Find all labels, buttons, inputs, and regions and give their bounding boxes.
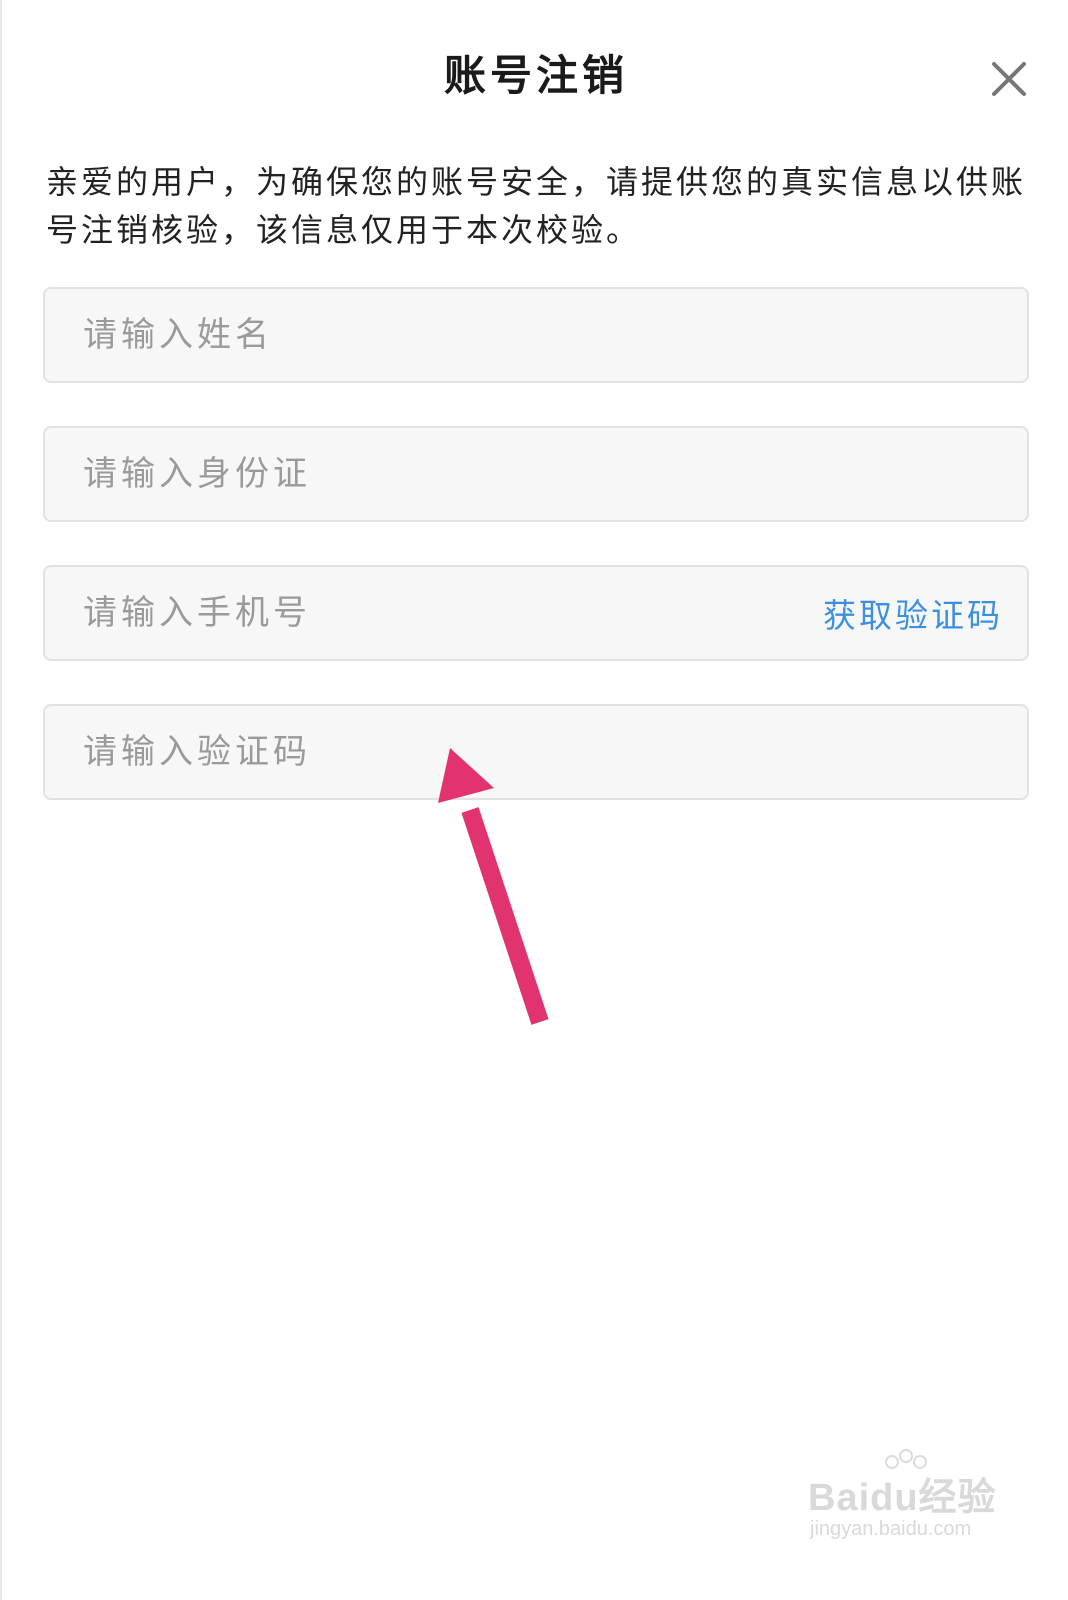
id-card-input[interactable] bbox=[83, 429, 989, 519]
verification-code-input[interactable] bbox=[83, 707, 989, 797]
page-title: 账号注销 bbox=[443, 51, 628, 100]
phone-field[interactable]: 获取验证码 bbox=[43, 565, 1029, 661]
baidu-jingyan-watermark: Baidu经验 jingyan.baidu.com bbox=[808, 1449, 1008, 1562]
name-input[interactable] bbox=[83, 290, 989, 380]
close-button[interactable] bbox=[986, 56, 1032, 102]
verification-code-field[interactable] bbox=[43, 704, 1029, 800]
close-icon bbox=[992, 62, 1026, 96]
watermark-logo-text: Baidu经验 bbox=[808, 1477, 997, 1519]
account-cancellation-page: 账号注销 亲爱的用户，为确保您的账号安全，请提供您的真实信息以供账号注销核验，该… bbox=[0, 0, 1068, 1600]
name-field[interactable] bbox=[43, 287, 1029, 383]
phone-input[interactable] bbox=[83, 568, 823, 658]
id-card-field[interactable] bbox=[43, 426, 1029, 522]
get-code-button[interactable]: 获取验证码 bbox=[823, 589, 1003, 637]
intro-text: 亲爱的用户，为确保您的账号安全，请提供您的真实信息以供账号注销核验，该信息仅用于… bbox=[46, 163, 1027, 249]
watermark-url: jingyan.baidu.com bbox=[810, 1518, 972, 1540]
